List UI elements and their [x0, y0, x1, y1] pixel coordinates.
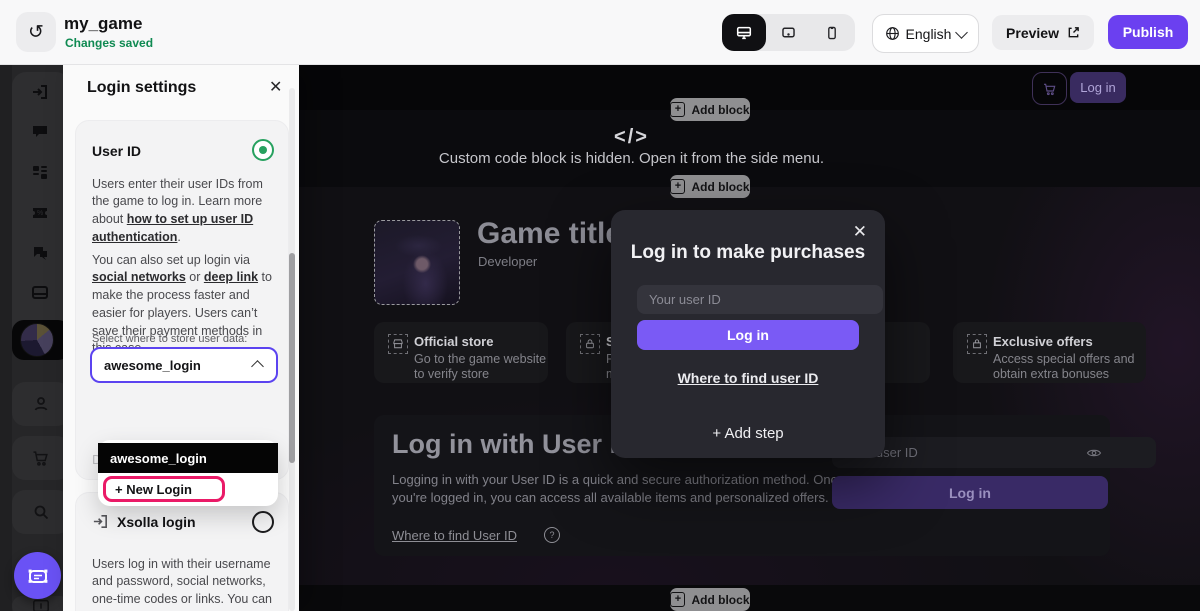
monitor-icon: [735, 24, 753, 42]
add-block-button-bottom[interactable]: + Add block: [670, 588, 750, 611]
external-link-icon: [1067, 26, 1080, 39]
language-label: English: [906, 26, 952, 42]
login-settings-panel: Login settings ✕ User ID Users enter the…: [63, 64, 299, 611]
preview-label: Preview: [1006, 25, 1059, 41]
close-icon[interactable]: ✕: [853, 222, 867, 242]
modal-where-to-find-link[interactable]: Where to find user ID: [611, 370, 885, 386]
login-modal: ✕ Log in to make purchases Log in Where …: [611, 210, 885, 458]
tablet-icon: [780, 24, 797, 41]
desktop-view-button[interactable]: [722, 14, 766, 51]
section-title: Log in with User ID: [392, 429, 637, 460]
publish-button[interactable]: Publish: [1108, 15, 1188, 49]
add-block-label: Add block: [691, 180, 749, 194]
game-avatar: [20, 323, 54, 357]
user-id-option-card: User ID Users enter their user IDs from …: [75, 120, 289, 480]
deep-link-link[interactable]: deep link: [204, 270, 258, 284]
support-chat-fab[interactable]: [14, 552, 61, 599]
sidebar-item-search[interactable]: [12, 490, 63, 534]
select-value: awesome_login: [104, 358, 201, 373]
xsolla-login-option-card: Xsolla login Users log in with their use…: [75, 492, 289, 611]
xsolla-login-radio-unselected[interactable]: [252, 511, 274, 533]
cart-icon: [1042, 81, 1058, 97]
language-selector[interactable]: English: [872, 14, 979, 53]
dropdown-option-new-login[interactable]: + New Login: [103, 476, 225, 502]
card-desc: Go to the game websiteto verify store: [414, 352, 546, 383]
reviews-widget-icon[interactable]: [28, 240, 52, 264]
game-developer: Developer: [478, 254, 537, 269]
sidebar-item-game-selected[interactable]: [12, 320, 63, 360]
panel-title: Login settings: [87, 79, 196, 97]
add-block-button-middle[interactable]: + Add block: [670, 175, 750, 198]
game-title: Game title: [477, 217, 622, 251]
promo-ticket-icon[interactable]: %: [28, 200, 52, 224]
option-title: User ID: [92, 143, 141, 159]
sidebar-item-cart[interactable]: [12, 436, 63, 480]
tablet-view-button[interactable]: [766, 14, 810, 51]
section-login-button[interactable]: Log in: [832, 476, 1108, 509]
phone-icon: [824, 25, 840, 41]
store-data-label: Select where to store user data:: [92, 333, 247, 345]
globe-icon: [885, 26, 900, 41]
card-desc: Access special offers andobtain extra bo…: [993, 352, 1135, 383]
sidebar-item-account[interactable]: [12, 382, 63, 426]
gift-icon: [967, 334, 987, 354]
undo-button[interactable]: ↺: [16, 12, 56, 52]
panel-scrollbar-thumb[interactable]: [289, 253, 295, 463]
modal-userid-input[interactable]: [637, 285, 883, 314]
login-widget-icon[interactable]: [28, 80, 52, 104]
dropdown-option-awesome-login[interactable]: awesome_login: [98, 443, 278, 473]
xsolla-login-header: Xsolla login: [92, 513, 196, 530]
social-networks-link[interactable]: social networks: [92, 270, 186, 284]
device-preview-toggle: [722, 14, 855, 51]
card-title: Official store: [414, 334, 493, 349]
add-block-button-top[interactable]: + Add block: [670, 98, 750, 121]
chevron-down-icon: [956, 26, 969, 39]
footer-widget-icon[interactable]: [28, 280, 52, 304]
close-icon[interactable]: ✕: [269, 77, 282, 97]
add-block-label: Add block: [691, 593, 749, 607]
add-step-button[interactable]: + Add step: [611, 425, 885, 442]
user-id-radio-selected[interactable]: [252, 139, 274, 161]
feature-card-exclusive-offers: Exclusive offers Access special offers a…: [953, 322, 1146, 383]
save-status: Changes saved: [65, 36, 153, 50]
mobile-view-button[interactable]: [810, 14, 854, 51]
card-title: Exclusive offers: [993, 334, 1093, 349]
login-door-icon: [92, 513, 109, 530]
plus-square-icon: +: [670, 592, 685, 607]
where-to-find-userid-link[interactable]: Where to find User ID: [392, 528, 517, 543]
storefront-icon: [388, 334, 408, 354]
chevron-up-icon: [251, 360, 264, 373]
catalog-widget-icon[interactable]: [28, 160, 52, 184]
blocks-widget-icon[interactable]: [28, 120, 52, 144]
option-title: Xsolla login: [117, 514, 196, 530]
preview-cart-button[interactable]: [1032, 72, 1067, 105]
preview-button[interactable]: Preview: [992, 15, 1094, 50]
feature-card-official-store: Official store Go to the game websiteto …: [374, 322, 548, 383]
question-circle-icon: ?: [544, 527, 560, 543]
user-id-description-1: Users enter their user IDs from the game…: [92, 176, 274, 247]
plus-square-icon: +: [670, 102, 685, 117]
svg-text:%: %: [37, 210, 43, 217]
app-window: Log in + Add block </> Custom code block…: [0, 0, 1200, 611]
builder-sidebar: %: [0, 64, 63, 611]
plus-square-icon: +: [670, 179, 685, 194]
xsolla-login-description: Users log in with their username and pas…: [92, 556, 274, 611]
undo-icon: ↺: [28, 21, 44, 44]
sidebar-edge: [0, 64, 12, 611]
login-project-dropdown: awesome_login + New Login: [98, 440, 278, 506]
chat-bubble-icon: [26, 564, 50, 588]
eye-icon[interactable]: [1086, 445, 1102, 461]
lock-icon: [580, 334, 600, 354]
preview-login-button[interactable]: Log in: [1070, 72, 1126, 103]
add-block-label: Add block: [691, 103, 749, 117]
project-title: my_game: [64, 14, 142, 34]
game-logo-image[interactable]: [374, 220, 460, 305]
modal-title: Log in to make purchases: [611, 242, 885, 264]
modal-login-button[interactable]: Log in: [637, 320, 859, 350]
login-project-select[interactable]: awesome_login: [90, 347, 278, 383]
section-description: Logging in with your User ID is a quick …: [392, 471, 862, 507]
